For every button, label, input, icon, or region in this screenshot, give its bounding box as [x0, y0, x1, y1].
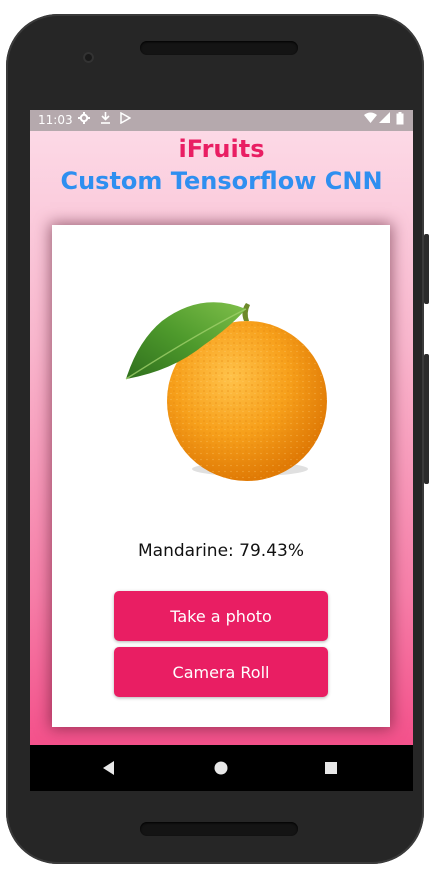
status-bar: 11:03	[30, 110, 413, 131]
app-content: iFruits Custom Tensorflow CNN Mandarine:…	[30, 131, 413, 745]
take-photo-button[interactable]: Take a photo	[114, 591, 328, 641]
signal-icon	[379, 112, 390, 128]
back-icon[interactable]	[86, 745, 132, 791]
volume-button	[424, 354, 429, 484]
camera-roll-label: Camera Roll	[172, 662, 270, 682]
download-icon	[100, 112, 111, 128]
battery-icon	[396, 112, 404, 129]
app-title: iFruits	[178, 135, 265, 163]
result-card: Mandarine: 79.43% Take a photo Camera Ro…	[52, 225, 390, 727]
front-camera	[83, 52, 94, 63]
top-speaker	[140, 41, 298, 55]
gear-icon	[78, 112, 90, 128]
screen: 11:03 iFruits Custom Tensorflow CNN Mand…	[30, 110, 413, 791]
prediction-result: Mandarine: 79.43%	[138, 541, 304, 561]
home-icon[interactable]	[198, 745, 244, 791]
power-button	[424, 234, 429, 304]
navigation-bar	[30, 745, 413, 791]
wifi-icon	[364, 112, 377, 128]
bottom-speaker	[140, 822, 298, 836]
app-subtitle: Custom Tensorflow CNN	[60, 167, 383, 195]
recents-icon[interactable]	[308, 745, 354, 791]
play-store-icon	[120, 111, 132, 128]
fruit-image	[112, 293, 332, 483]
camera-roll-button[interactable]: Camera Roll	[114, 647, 328, 697]
phone-frame: 11:03 iFruits Custom Tensorflow CNN Mand…	[6, 14, 429, 864]
status-time: 11:03	[38, 113, 73, 127]
take-photo-label: Take a photo	[170, 606, 272, 626]
